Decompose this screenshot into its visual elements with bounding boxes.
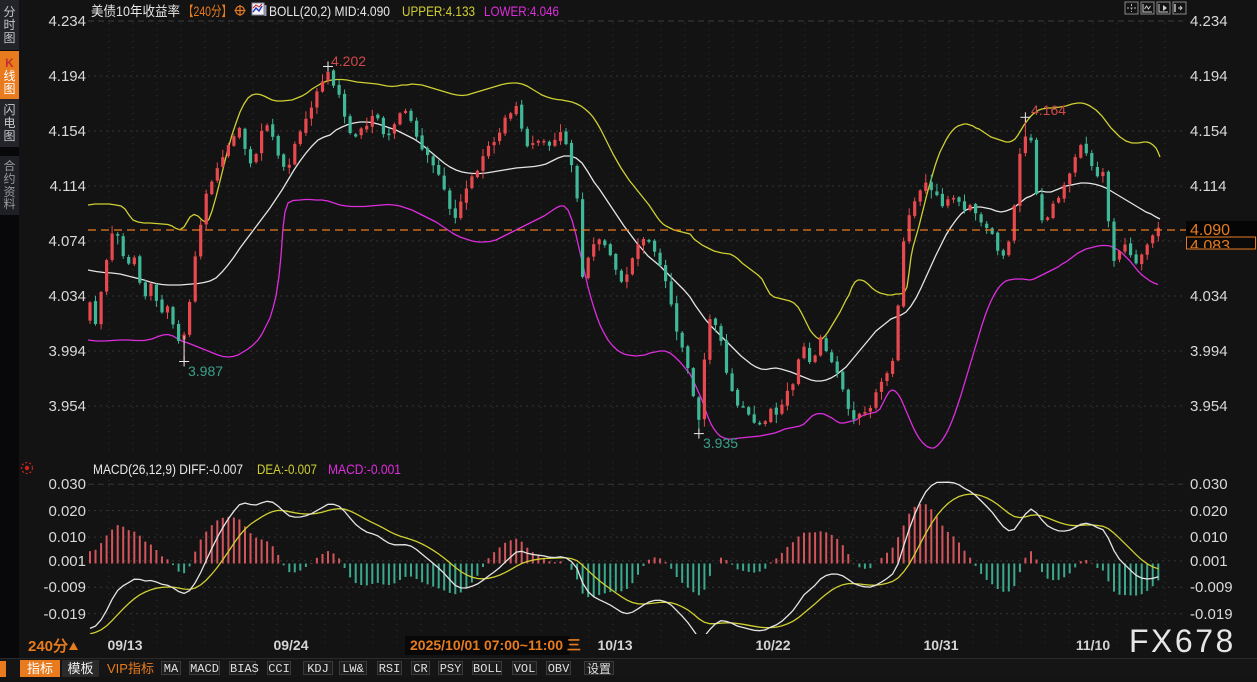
svg-text:4.234: 4.234 <box>48 13 86 30</box>
svg-text:0.001: 0.001 <box>48 553 86 570</box>
svg-text:4.202: 4.202 <box>331 53 366 69</box>
svg-text:4.154: 4.154 <box>48 123 86 140</box>
svg-text:3.994: 3.994 <box>1190 343 1228 360</box>
svg-text:4.114: 4.114 <box>1190 178 1226 195</box>
svg-text:11/10: 11/10 <box>1076 637 1110 653</box>
svg-text:0.020: 0.020 <box>48 503 86 520</box>
svg-text:3.954: 3.954 <box>1190 398 1228 415</box>
svg-text:FX678: FX678 <box>1129 623 1236 659</box>
svg-text:-0.019: -0.019 <box>43 606 86 623</box>
svg-text:4.034: 4.034 <box>48 288 86 305</box>
svg-text:4.114: 4.114 <box>50 178 86 195</box>
svg-text:UPPER:4.133: UPPER:4.133 <box>402 3 475 19</box>
svg-text:4.090: 4.090 <box>1190 222 1230 239</box>
svg-text:-0.019: -0.019 <box>1190 606 1233 623</box>
svg-text:3.987: 3.987 <box>188 363 223 379</box>
svg-text:4.194: 4.194 <box>48 68 86 85</box>
svg-text:2025/10/01 07:00~11:00 三: 2025/10/01 07:00~11:00 三 <box>410 637 581 653</box>
svg-text:09/13: 09/13 <box>107 637 142 653</box>
svg-text:0.020: 0.020 <box>1190 503 1228 520</box>
svg-text:4.164: 4.164 <box>1031 102 1066 118</box>
svg-text:【240分】: 【240分】 <box>183 4 232 19</box>
svg-text:LOWER:4.046: LOWER:4.046 <box>484 3 559 19</box>
svg-text:3.954: 3.954 <box>48 398 86 415</box>
svg-text:4.234: 4.234 <box>1190 13 1228 30</box>
svg-text:0.030: 0.030 <box>48 476 86 493</box>
svg-text:BOLL(20,2) MID:4.090: BOLL(20,2) MID:4.090 <box>269 3 390 19</box>
svg-text:-0.009: -0.009 <box>43 579 86 596</box>
svg-text:MACD(26,12,9) DIFF:-0.007: MACD(26,12,9) DIFF:-0.007 <box>93 461 243 477</box>
svg-text:4.154: 4.154 <box>1190 123 1228 140</box>
svg-text:09/24: 09/24 <box>273 637 308 653</box>
svg-text:-0.009: -0.009 <box>1190 579 1233 596</box>
svg-text:美债10年收益率: 美债10年收益率 <box>91 3 180 19</box>
svg-text:0.001: 0.001 <box>1190 553 1228 570</box>
svg-text:3.935: 3.935 <box>703 435 738 451</box>
svg-text:DEA:-0.007: DEA:-0.007 <box>257 461 317 477</box>
svg-text:10/31: 10/31 <box>923 637 958 653</box>
svg-text:MACD:-0.001: MACD:-0.001 <box>328 461 401 477</box>
svg-text:10/22: 10/22 <box>755 637 790 653</box>
svg-text:4.194: 4.194 <box>1190 68 1228 85</box>
svg-text:0.010: 0.010 <box>1190 529 1228 546</box>
svg-text:0.010: 0.010 <box>48 529 86 546</box>
svg-text:0.030: 0.030 <box>1190 476 1228 493</box>
svg-text:4.034: 4.034 <box>1190 288 1228 305</box>
svg-text:3.994: 3.994 <box>48 343 86 360</box>
svg-text:240分: 240分 <box>28 638 68 655</box>
svg-text:10/13: 10/13 <box>597 637 632 653</box>
svg-text:4.074: 4.074 <box>48 233 86 250</box>
